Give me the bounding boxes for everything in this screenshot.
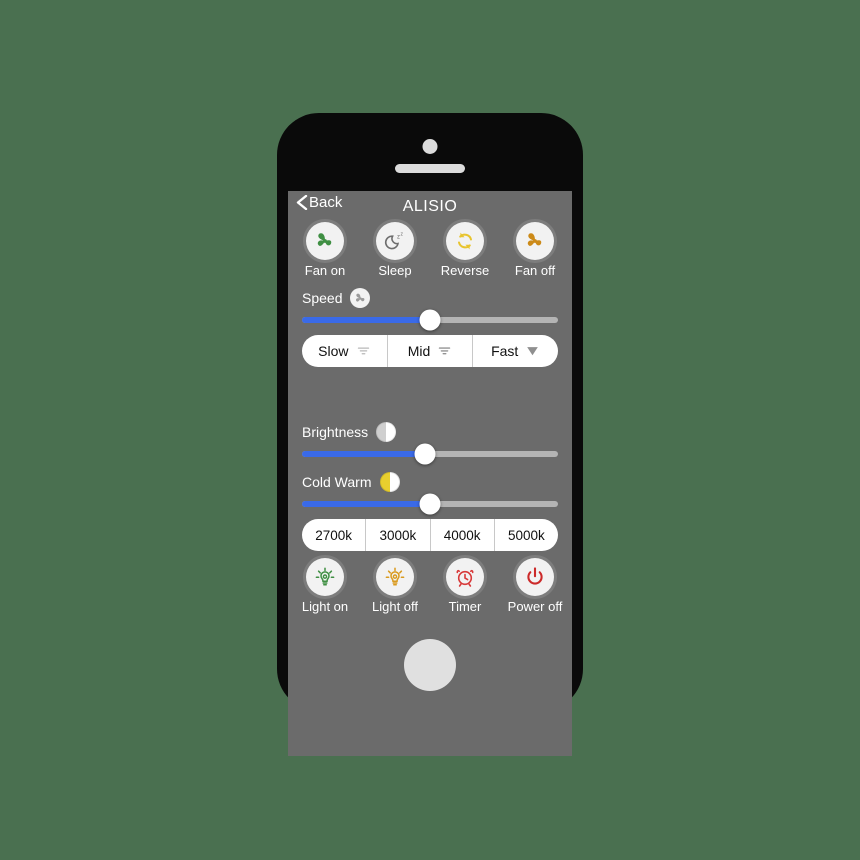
sleep-circle: z z [376, 222, 414, 260]
cold-warm-slider-track[interactable] [302, 493, 558, 515]
cold-warm-header: Cold Warm [302, 469, 558, 495]
back-button[interactable]: Back [295, 194, 342, 211]
phone-device: Back ALISIO Fan on z z Sleep Reverse Fan… [277, 113, 583, 756]
light-on-circle [306, 558, 344, 596]
speed-slider-block: Speed [288, 285, 572, 331]
fan-actions-row: Fan on z z Sleep Reverse Fan off [288, 222, 572, 278]
bulb-on-icon [315, 567, 335, 586]
fan-off-button[interactable]: Fan off [500, 222, 570, 278]
speed-label: Speed [302, 290, 343, 306]
fan-on-circle [306, 222, 344, 260]
fan-speed-slow-button[interactable]: Slow [302, 335, 388, 367]
color-temp-2700k-label: 2700k [315, 527, 353, 543]
back-label: Back [309, 194, 343, 211]
fan-speed-fast-button[interactable]: Fast [473, 335, 558, 367]
power-off-button[interactable]: Power off [500, 558, 570, 614]
fan-badge-icon [350, 288, 371, 308]
cold-warm-slider-fill [302, 501, 430, 507]
brightness-label: Brightness [302, 424, 369, 440]
speaker-grille [395, 164, 465, 173]
wind-fast-icon [527, 346, 539, 355]
reverse-button[interactable]: Reverse [430, 222, 500, 278]
page-title: ALISIO [402, 197, 458, 215]
timer-label: Timer [448, 599, 482, 614]
cold-warm-label: Cold Warm [302, 474, 372, 490]
speed-slider-track[interactable] [302, 309, 558, 331]
fan-speed-slow-label: Slow [318, 343, 349, 359]
fan-speed-mid-button[interactable]: Mid [388, 335, 474, 367]
fan-on-label: Fan on [304, 263, 346, 278]
brightness-slider-fill [302, 451, 425, 457]
light-on-button[interactable]: Light on [290, 558, 360, 614]
fan-on-button[interactable]: Fan on [290, 222, 360, 278]
color-temp-5000k-button[interactable]: 5000k [495, 519, 558, 551]
alarm-clock-icon [456, 569, 474, 587]
fan-speed-fast-label: Fast [491, 343, 519, 359]
brightness-slider-track[interactable] [302, 443, 558, 465]
light-off-label: Light off [371, 599, 419, 614]
power-icon [527, 567, 543, 585]
brightness-header: Brightness [302, 419, 558, 445]
light-off-circle [376, 558, 414, 596]
reverse-label: Reverse [440, 263, 490, 278]
moon-zzz-icon: z z [384, 232, 404, 250]
navbar: Back ALISIO [288, 191, 572, 222]
bulb-off-icon [385, 567, 405, 586]
sleep-button[interactable]: z z Sleep [360, 222, 430, 278]
fan-off-label: Fan off [514, 263, 556, 278]
power-off-circle [516, 558, 554, 596]
camera-dot [422, 139, 438, 154]
color-temp-5000k-label: 5000k [507, 527, 545, 543]
fan-speed-mid-label: Mid [407, 343, 431, 359]
brightness-slider-thumb[interactable] [414, 443, 436, 465]
fan-speed-segmented-control: Slow Mid Fast [302, 335, 558, 367]
color-temperature-segmented-control: 2700k 3000k 4000k 5000k [302, 519, 558, 551]
stage: Back ALISIO Fan on z z Sleep Reverse Fan… [0, 0, 860, 860]
timer-circle [446, 558, 484, 596]
reverse-circle [446, 222, 484, 260]
cold-warm-slider-block: Cold Warm [288, 469, 572, 515]
fan-icon [355, 293, 365, 302]
color-temp-3000k-label: 3000k [379, 527, 417, 543]
light-on-label: Light on [301, 599, 349, 614]
wind-mid-icon [439, 346, 451, 354]
wind-slow-icon [357, 346, 369, 354]
color-temp-2700k-button[interactable]: 2700k [302, 519, 367, 551]
half-circle-warm-icon [379, 472, 400, 492]
speed-slider-thumb[interactable] [419, 309, 441, 331]
half-circle-gray-icon [376, 422, 397, 442]
color-temp-4000k-label: 4000k [443, 527, 481, 543]
light-actions-row: Light on Light off Timer Power off [288, 558, 572, 614]
sleep-label: Sleep [378, 263, 412, 278]
chevron-left-icon [296, 195, 308, 210]
color-temp-3000k-button[interactable]: 3000k [366, 519, 431, 551]
brightness-slider-block: Brightness [288, 419, 572, 465]
fan-icon [317, 233, 332, 246]
svg-text:z: z [401, 232, 404, 238]
speed-header: Speed [302, 285, 558, 311]
fan-off-circle [516, 222, 554, 260]
fan-icon [527, 233, 542, 246]
home-button[interactable] [404, 639, 456, 691]
speed-slider-fill [302, 317, 430, 323]
color-temp-4000k-button[interactable]: 4000k [431, 519, 495, 551]
circular-arrows-icon [458, 232, 472, 250]
timer-button[interactable]: Timer [430, 558, 500, 614]
power-off-label: Power off [507, 599, 563, 614]
light-off-button[interactable]: Light off [360, 558, 430, 614]
cold-warm-slider-thumb[interactable] [419, 493, 441, 515]
